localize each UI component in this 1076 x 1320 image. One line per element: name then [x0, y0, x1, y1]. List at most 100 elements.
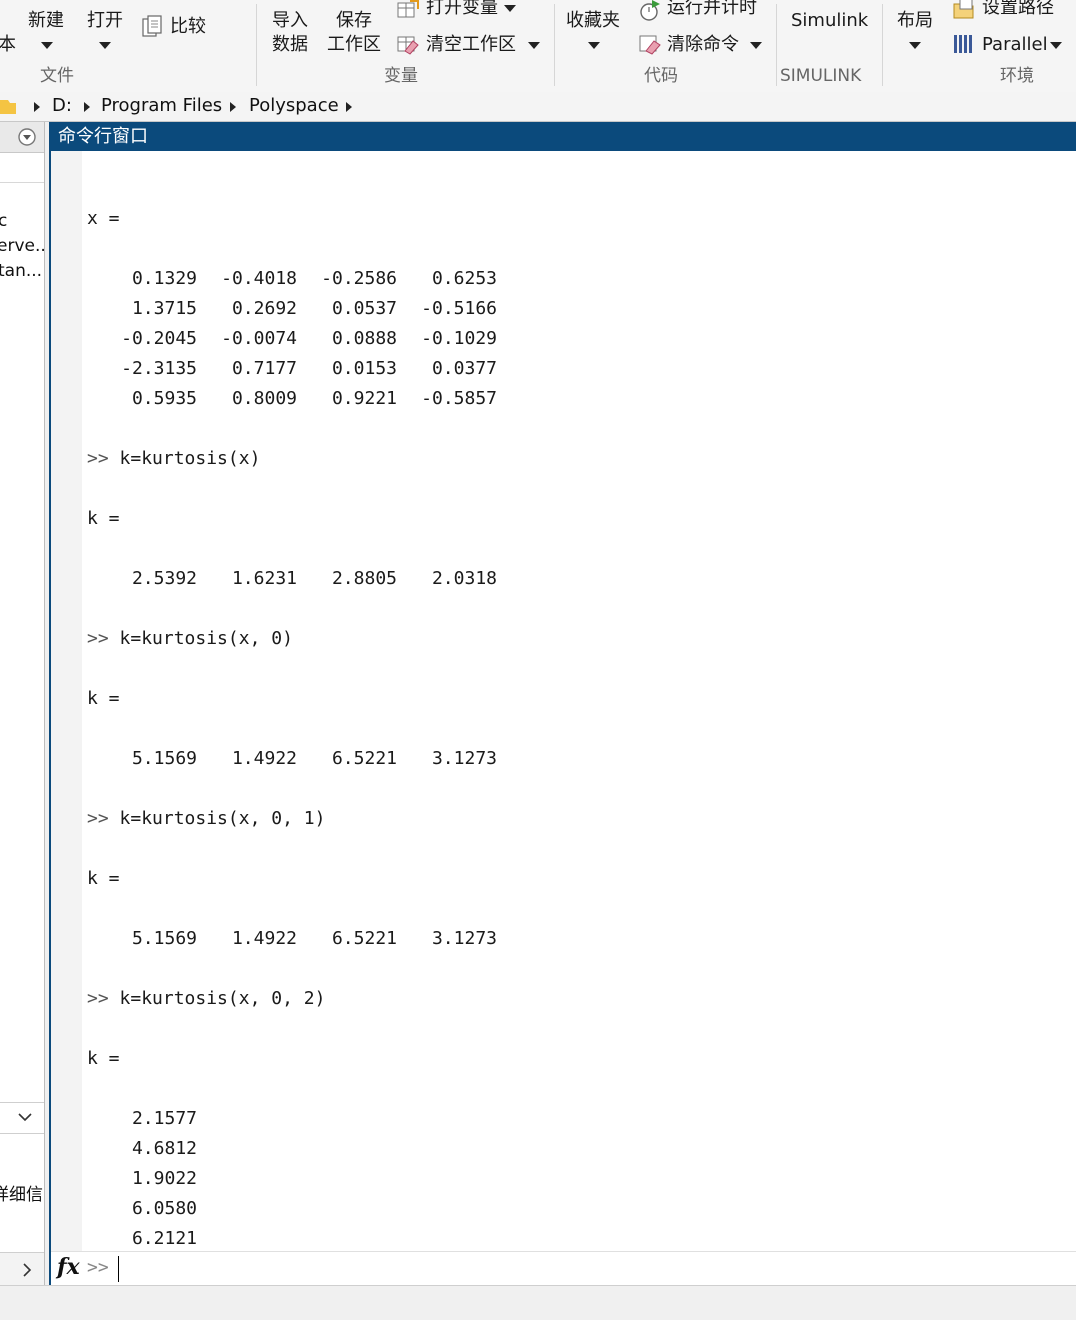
- open-button[interactable]: 打开: [84, 8, 128, 64]
- save-workspace-label-1: 保存: [336, 10, 372, 31]
- command-history-line: >> k=kurtosis(x, 0): [87, 624, 1067, 654]
- matrix-cell: 1.6231: [231, 568, 297, 589]
- chevron-down-icon: [1050, 42, 1062, 49]
- command-window-gutter: [51, 151, 82, 1285]
- favorites-label: 收藏夹: [566, 10, 620, 31]
- panel-menu-icon[interactable]: [17, 127, 37, 147]
- matrix-cell: 2.8805: [331, 568, 397, 589]
- breadcrumb-polyspace[interactable]: Polyspace: [249, 95, 339, 117]
- command-window[interactable]: 命令行窗口 x = 0.1329 -0.4018 -0.2586 0.6253 1.371…: [49, 122, 1076, 1286]
- matrix-row: 0.1329 -0.4018 -0.2586 0.6253: [87, 264, 1067, 294]
- save-workspace-label-2: 工作区: [327, 34, 381, 55]
- divider: [0, 182, 44, 183]
- matrix-cell: 1.9022: [131, 1168, 197, 1189]
- compare-button[interactable]: 比较: [140, 12, 214, 42]
- breadcrumb-arrow-icon: [346, 102, 352, 112]
- section-divider: [882, 4, 883, 86]
- output-variable-label: k =: [87, 508, 120, 529]
- chevron-down-icon: [99, 42, 111, 49]
- chevron-down-icon: [528, 42, 540, 49]
- breadcrumb-program-files[interactable]: Program Files: [101, 95, 222, 117]
- clear-commands-button[interactable]: 清除命令: [636, 32, 768, 58]
- text-cursor: [118, 1256, 119, 1282]
- matrix-cell: 2.1577: [131, 1108, 197, 1129]
- chevron-down-icon: [18, 1113, 32, 1122]
- matrix-row: 5.1569 1.4922 6.5221 3.1273: [87, 924, 1067, 954]
- save-workspace-button[interactable]: 保存 工作区: [324, 10, 386, 62]
- command-window-title: 命令行窗口: [58, 126, 148, 147]
- output-variable-label: k =: [87, 868, 120, 889]
- matrix-cell: 1.4922: [231, 748, 297, 769]
- matrix-cell: 5.1569: [131, 928, 197, 949]
- file-section-label: 文件: [40, 66, 74, 86]
- set-path-label: 设置路径: [982, 0, 1054, 18]
- parallel-button[interactable]: Parallel: [950, 32, 1066, 58]
- matrix-cell: -0.5857: [421, 388, 497, 409]
- output-variable-label: x =: [87, 208, 120, 229]
- file-list-item[interactable]: erve...: [0, 235, 44, 257]
- compare-button-label: 比较: [170, 16, 206, 37]
- workspace-expand[interactable]: [0, 1252, 44, 1285]
- variable-section-label: 变量: [384, 66, 418, 86]
- favorites-button[interactable]: 收藏夹: [562, 10, 628, 64]
- chevron-down-icon: [504, 5, 516, 12]
- import-data-button[interactable]: 导入 数据: [266, 10, 314, 62]
- open-variable-label: 打开变量: [426, 0, 498, 18]
- matrix-cell: 6.0580: [131, 1198, 197, 1219]
- matrix-cell: 4.6812: [131, 1138, 197, 1159]
- simulink-button[interactable]: Simulink: [786, 8, 872, 38]
- matrix-cell: 1.4922: [231, 928, 297, 949]
- output-variable-label: k =: [87, 1048, 120, 1069]
- prompt-symbol: >>: [87, 448, 109, 469]
- file-list-item[interactable]: tan...: [0, 260, 42, 282]
- new-button[interactable]: 新建: [24, 8, 70, 64]
- clear-workspace-button[interactable]: 清空工作区: [394, 32, 544, 58]
- file-list-item[interactable]: c: [0, 210, 7, 232]
- simulink-button-label: Simulink: [791, 10, 869, 31]
- breadcrumb-drive[interactable]: D:: [52, 95, 72, 117]
- chevron-right-icon: [23, 1263, 32, 1277]
- matrix-row: 2.5392 1.6231 2.8805 2.0318: [87, 564, 1067, 594]
- matrix-row: 1.9022: [87, 1164, 1067, 1194]
- section-divider: [256, 4, 257, 86]
- function-browser-icon[interactable]: fx: [57, 1254, 80, 1280]
- open-variable-button[interactable]: 打开变量: [394, 0, 522, 23]
- clear-commands-label: 清除命令: [667, 34, 739, 55]
- address-bar[interactable]: D: Program Files Polyspace: [0, 92, 1076, 122]
- command-window-title-bar: 命令行窗口: [51, 122, 1076, 151]
- folder-icon: [0, 100, 16, 114]
- prompt-symbol: >>: [87, 1257, 109, 1278]
- matrix-cell: 0.0377: [431, 358, 497, 379]
- matrix-cell: 3.1273: [431, 928, 497, 949]
- layout-button[interactable]: 布局: [892, 10, 940, 64]
- parallel-label: Parallel: [982, 34, 1048, 55]
- matrix-row: -2.3135 0.7177 0.0153 0.0377: [87, 354, 1067, 384]
- details-toggle[interactable]: [0, 1102, 44, 1134]
- environment-section-label: 环境: [1000, 66, 1034, 86]
- matrix-cell: -0.2045: [121, 328, 197, 349]
- prompt-symbol: >>: [87, 988, 109, 1009]
- breadcrumb-arrow-icon: [230, 102, 236, 112]
- matrix-cell: -0.0074: [221, 328, 297, 349]
- matrix-cell: 2.5392: [131, 568, 197, 589]
- command-prompt-line[interactable]: fx >>: [51, 1251, 1076, 1286]
- simulink-section-label: SIMULINK: [780, 66, 862, 86]
- matrix-cell: 6.2121: [131, 1228, 197, 1249]
- current-folder-panel: c erve... tan... 详细信: [0, 122, 45, 1285]
- code-section-label: 代码: [644, 66, 678, 86]
- matrix-cell: 0.0153: [331, 358, 397, 379]
- matrix-cell: 0.6253: [431, 268, 497, 289]
- output-variable-label: k =: [87, 688, 120, 709]
- matrix-cell: -0.2586: [321, 268, 397, 289]
- details-label: 详细信: [0, 1185, 43, 1205]
- compare-icon: [142, 15, 162, 37]
- run-and-time-button[interactable]: 运行并计时: [636, 0, 766, 23]
- command-text: k=kurtosis(x, 0, 1): [108, 808, 326, 829]
- set-path-button[interactable]: 设置路径: [950, 0, 1066, 23]
